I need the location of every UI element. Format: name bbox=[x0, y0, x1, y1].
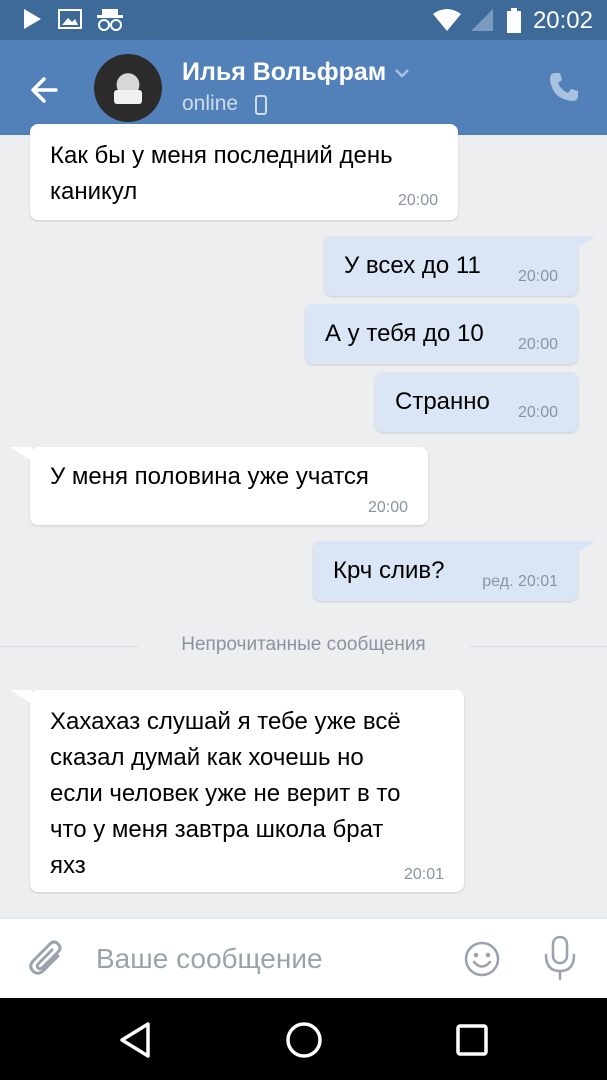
message-incoming[interactable]: Хахахаз слушай я тебе уже всё сказал дум… bbox=[30, 690, 464, 892]
bubble-tail bbox=[10, 447, 32, 461]
chevron-down-icon[interactable] bbox=[394, 66, 410, 80]
message-time: 20:00 bbox=[517, 404, 558, 421]
clock: 20:02 bbox=[532, 7, 593, 34]
message-input[interactable]: Ваше сообщение bbox=[96, 943, 323, 975]
message-text: Странно bbox=[395, 388, 490, 415]
bubble-tail bbox=[10, 690, 32, 704]
signal-icon bbox=[471, 9, 493, 31]
message-composer: Ваше сообщение bbox=[0, 918, 607, 998]
status-bar: 20:02 bbox=[0, 0, 607, 40]
message-time: 20:01 bbox=[403, 866, 444, 883]
message-incoming[interactable]: У меня половина уже учатся 20:00 bbox=[30, 447, 428, 525]
message-text: Хахахаз слушай я тебе уже всё сказал дум… bbox=[50, 708, 401, 879]
message-time: 20:00 bbox=[397, 192, 438, 209]
message-time: 20:00 bbox=[367, 499, 408, 516]
message-time: ред. 20:01 bbox=[482, 573, 558, 590]
unread-divider: Непрочитанные сообщения bbox=[0, 633, 607, 659]
image-icon bbox=[58, 9, 82, 29]
battery-icon bbox=[507, 8, 521, 33]
nav-recents-icon[interactable] bbox=[450, 1018, 494, 1062]
system-nav-bar bbox=[0, 998, 607, 1080]
phone-icon[interactable] bbox=[547, 70, 581, 104]
back-arrow-icon[interactable] bbox=[22, 68, 66, 112]
chat-header: Илья Вольфрам online bbox=[0, 40, 607, 135]
message-incoming[interactable]: Как бы у меня последний день каникул 20:… bbox=[30, 124, 458, 220]
message-text: Крч слив? bbox=[333, 557, 445, 584]
message-time: 20:00 bbox=[517, 268, 558, 285]
nav-home-icon[interactable] bbox=[282, 1018, 326, 1062]
message-outgoing[interactable]: Странно 20:00 bbox=[375, 372, 578, 432]
mobile-icon bbox=[255, 95, 267, 115]
divider-line bbox=[470, 646, 607, 647]
contact-status: online bbox=[182, 92, 239, 115]
message-text: А у тебя до 10 bbox=[325, 320, 484, 347]
nav-back-icon[interactable] bbox=[114, 1018, 158, 1062]
avatar[interactable] bbox=[94, 54, 162, 122]
bubble-tail bbox=[574, 541, 596, 555]
bubble-tail bbox=[574, 236, 596, 250]
incognito-icon bbox=[97, 9, 123, 31]
paperclip-icon[interactable] bbox=[28, 939, 68, 979]
message-text: У меня половина уже учатся bbox=[50, 463, 369, 490]
message-outgoing[interactable]: У всех до 11 20:00 bbox=[324, 236, 578, 296]
contact-name[interactable]: Илья Вольфрам bbox=[182, 58, 386, 87]
message-outgoing[interactable]: А у тебя до 10 20:00 bbox=[305, 304, 578, 364]
wifi-icon bbox=[433, 9, 461, 31]
message-text: Как бы у меня последний день каникул bbox=[50, 142, 393, 205]
microphone-icon[interactable] bbox=[542, 935, 578, 981]
message-outgoing[interactable]: Крч слив? ред. 20:01 bbox=[313, 541, 578, 601]
message-time: 20:00 bbox=[517, 336, 558, 353]
emoji-icon[interactable] bbox=[464, 941, 500, 977]
message-text: У всех до 11 bbox=[344, 252, 481, 279]
unread-divider-label: Непрочитанные сообщения bbox=[181, 634, 426, 655]
play-icon bbox=[24, 9, 41, 29]
